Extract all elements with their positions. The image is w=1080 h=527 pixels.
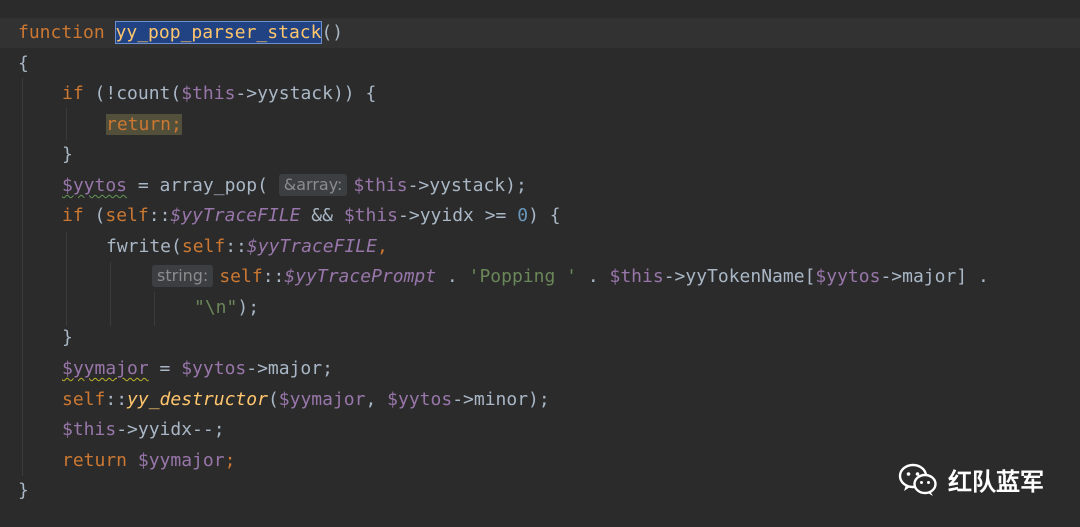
code-text: ->yystack)) { [235,83,377,104]
keyword-function: function [18,22,105,43]
indent-guide [110,262,111,326]
paren: () [321,22,344,43]
code-line-3[interactable]: if (!count($this->yystack)) { [62,79,376,109]
keyword-if: if [62,83,84,104]
code-text: :: [148,205,171,226]
return-highlight: return; [106,114,182,135]
watermark-text: 红队蓝军 [948,468,1044,496]
code-text: ->minor); [452,389,550,410]
code-line-16[interactable]: } [18,476,29,506]
variable-this: $this [609,266,664,287]
variable-yymajor: $yymajor [278,389,366,410]
function-name-selected[interactable]: yy_pop_parser_stack [114,21,323,44]
wechat-icon [898,463,938,497]
code-line-12[interactable]: $yymajor = $yytos->major; [62,354,333,384]
code-text: . [436,266,469,287]
code-text: ); [237,297,260,318]
indent-guide [154,292,155,326]
brace-close: } [18,480,29,501]
code-text: ->yyidx >= [398,205,518,226]
comma: , [376,236,388,257]
code-line-4[interactable]: return; [106,110,182,140]
variable-this: $this [62,419,117,440]
code-text: , [365,389,388,410]
code-line-11[interactable]: } [62,323,73,353]
variable-yytos: $yytos [387,389,453,410]
code-line-5[interactable]: } [62,140,73,170]
code-text: ->major] . [880,266,989,287]
code-line-15[interactable]: return $yymajor; [62,446,235,476]
code-line-9[interactable]: string: self::$yyTracePrompt . 'Popping '… [152,262,989,292]
code-text: ->yystack); [407,175,527,196]
variable-yytos: $yytos [62,175,128,196]
brace-open: { [18,53,29,74]
code-text: ->yyTokenName[ [663,266,816,287]
code-line-14[interactable]: $this->yyidx--; [62,415,225,445]
code-text: = [148,358,182,379]
code-text: ->yyidx--; [116,419,225,440]
string-literal: 'Popping ' [468,266,577,287]
code-text: ) { [528,205,561,226]
code-text: ( [267,389,279,410]
variable-this: $this [343,205,399,226]
variable-yymajor: $yymajor [62,358,149,379]
code-line-6[interactable]: $yytos = array_pop( &array: $this->yystac… [62,171,527,201]
method-name: yy_destructor [127,389,268,410]
variable-this: $this [353,175,408,196]
code-text: && [300,205,344,226]
keyword-self: self [62,389,106,410]
code-line-1[interactable]: function yy_pop_parser_stack() [0,18,1080,48]
code-text: = array_pop( [127,175,279,196]
variable-this: $this [181,83,236,104]
brace-close: } [62,327,73,348]
code-editor[interactable]: function yy_pop_parser_stack() { if (!co… [0,0,1080,527]
parameter-hint: &array: [278,174,348,196]
static-property: $yyTraceFILE [246,236,377,257]
code-text: :: [262,266,285,287]
indent-guide [66,108,67,140]
watermark: 红队蓝军 [898,462,1044,497]
code-text: . [576,266,610,287]
code-line-2[interactable]: { [18,49,29,79]
brace-close: } [62,144,73,165]
string-literal: "\n" [194,297,238,318]
code-line-13[interactable]: self::yy_destructor($yymajor, $yytos->mi… [62,385,550,415]
keyword-return: return [62,450,128,471]
code-text: :: [105,389,128,410]
variable-yytos: $yytos [181,358,247,379]
variable-yymajor: $yymajor [137,450,225,471]
keyword-self: self [105,205,149,226]
code-text: :: [225,236,247,257]
number-literal: 0 [517,205,529,226]
code-text: (!count( [83,83,182,104]
code-text: ->major; [246,358,333,379]
code-line-8[interactable]: fwrite(self::$yyTraceFILE, [106,232,388,262]
static-property: $yyTraceFILE [170,205,301,226]
indent-guide [22,78,23,476]
keyword-self: self [219,266,263,287]
code-text: ( [83,205,106,226]
indent-guide [66,232,67,326]
static-property: $yyTracePrompt [284,266,437,287]
keyword-if: if [62,205,84,226]
parameter-hint: string: [152,265,214,287]
code-line-10[interactable]: "\n"); [194,293,259,323]
semicolon: ; [224,450,236,471]
function-call: fwrite( [106,236,182,257]
variable-yytos: $yytos [815,266,881,287]
code-line-7[interactable]: if (self::$yyTraceFILE && $this->yyidx >… [62,201,561,231]
keyword-self: self [181,236,226,257]
